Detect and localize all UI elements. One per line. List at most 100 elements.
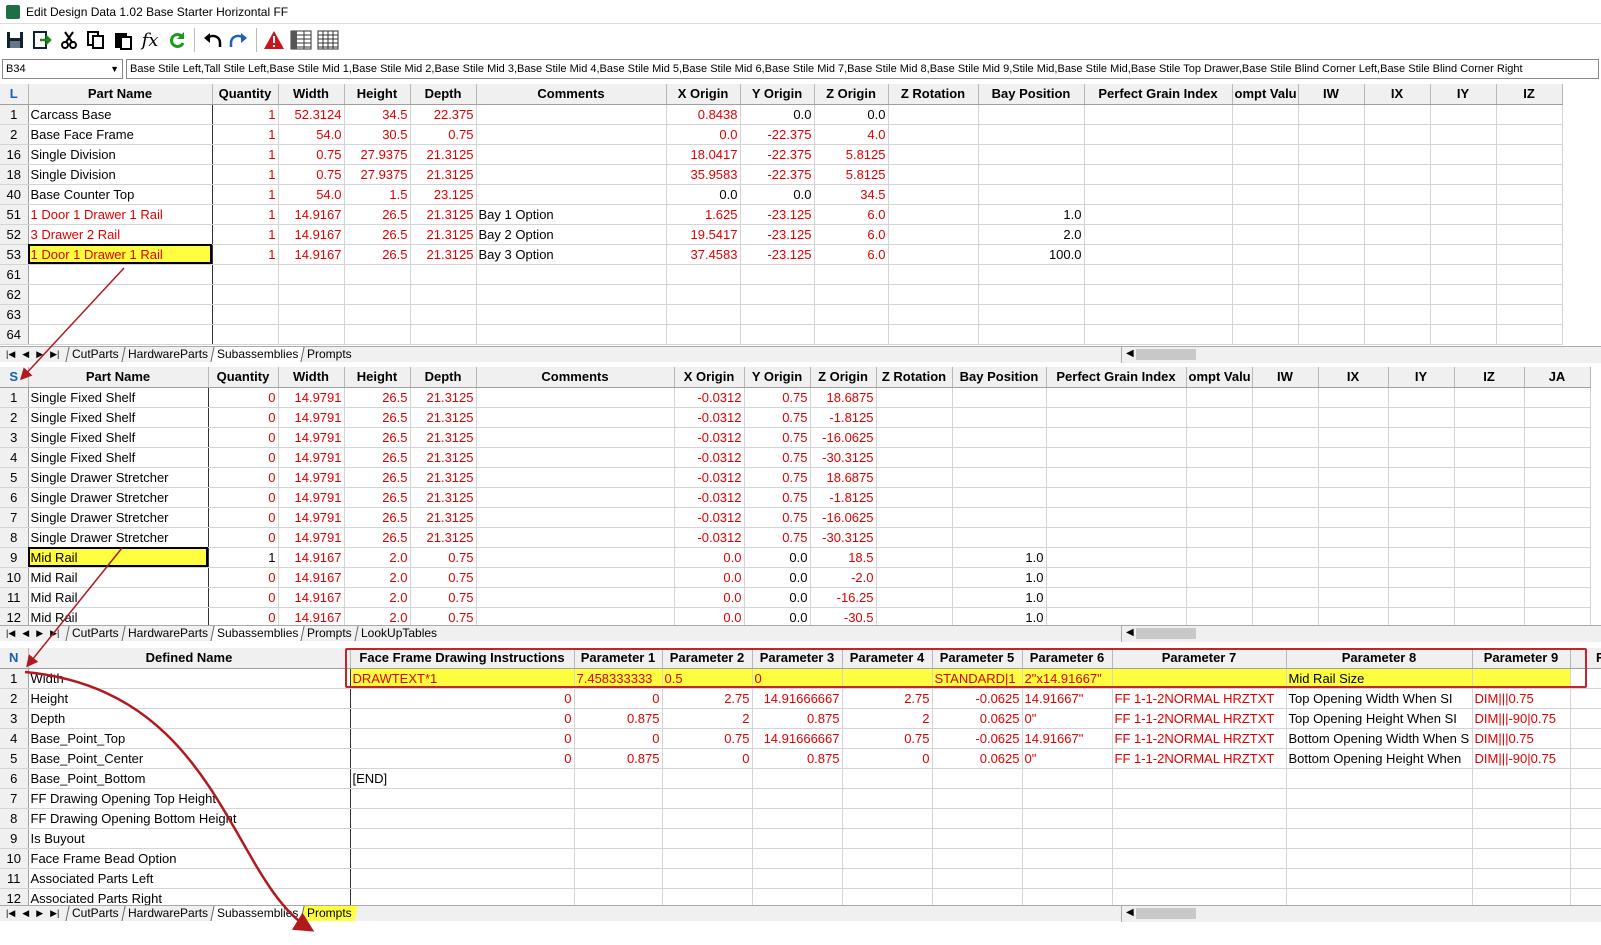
- grid-cell[interactable]: -0.0312: [674, 487, 745, 508]
- grid-cell[interactable]: -30.3125: [810, 527, 877, 548]
- function-icon[interactable]: fx: [137, 27, 163, 53]
- grid-cell[interactable]: Base Counter Top: [28, 184, 213, 205]
- grid-cell[interactable]: [1046, 487, 1187, 508]
- grid-cell[interactable]: 21.3125: [410, 144, 477, 165]
- grid-cell[interactable]: 2.0: [344, 587, 411, 608]
- grid-cell[interactable]: 0.75: [278, 164, 345, 185]
- grid-cell[interactable]: [666, 304, 741, 325]
- grid-cell[interactable]: [978, 104, 1085, 125]
- grid-cell[interactable]: [1232, 264, 1299, 285]
- grid-cell[interactable]: 54.0: [278, 184, 345, 205]
- grid-cell[interactable]: 14.9791: [278, 407, 345, 428]
- grid-cell[interactable]: 26.5: [344, 407, 411, 428]
- grid-cell[interactable]: 1: [212, 164, 279, 185]
- grid-cell[interactable]: [476, 587, 675, 608]
- row-header[interactable]: 16: [0, 144, 29, 165]
- grid-cell[interactable]: 2.75: [662, 688, 753, 709]
- grid-cell[interactable]: 0: [208, 487, 279, 508]
- column-header[interactable]: X Origin: [666, 84, 741, 105]
- grid-cell[interactable]: [1430, 184, 1497, 205]
- grid-cell[interactable]: 26.5: [344, 427, 411, 448]
- grid-cell[interactable]: [952, 447, 1047, 468]
- grid-cell[interactable]: 0.75: [744, 507, 811, 528]
- grid-cell[interactable]: [476, 607, 675, 625]
- grid-cell[interactable]: [1524, 587, 1591, 608]
- grid-cell[interactable]: -0.0312: [674, 467, 745, 488]
- grid-cell[interactable]: [952, 407, 1047, 428]
- grid-cell[interactable]: 0.0: [666, 124, 741, 145]
- grid-cell[interactable]: 14.9791: [278, 487, 345, 508]
- grid-cell[interactable]: [1524, 527, 1591, 548]
- column-header[interactable]: IW: [1298, 84, 1365, 105]
- grid-cell[interactable]: [888, 124, 979, 145]
- grid-cell[interactable]: [1318, 467, 1389, 488]
- grid-cell[interactable]: [1524, 427, 1591, 448]
- grid-cell[interactable]: -0.0312: [674, 527, 745, 548]
- grid-cell[interactable]: [1298, 184, 1365, 205]
- grid-cell[interactable]: [1496, 304, 1563, 325]
- row-header[interactable]: 4: [0, 728, 29, 749]
- grid-cell[interactable]: [1570, 888, 1601, 905]
- grid-cell[interactable]: [1570, 728, 1601, 749]
- grid-cell[interactable]: [278, 284, 345, 305]
- grid-cell[interactable]: [1388, 467, 1455, 488]
- grid-cell[interactable]: [876, 607, 953, 625]
- grid-cell[interactable]: 18.5: [810, 547, 877, 568]
- grid-cell[interactable]: [1298, 244, 1365, 265]
- grid-cell[interactable]: [842, 768, 933, 789]
- grid-cell[interactable]: Base Face Frame: [28, 124, 213, 145]
- grid-cell[interactable]: 0.75: [744, 387, 811, 408]
- grid-cell[interactable]: [476, 304, 667, 325]
- grid-cell[interactable]: [1430, 264, 1497, 285]
- grid-cell[interactable]: [740, 304, 815, 325]
- grid-cell[interactable]: [876, 387, 953, 408]
- grid-cell[interactable]: Single Drawer Stretcher: [28, 527, 209, 548]
- grid-cell[interactable]: [1454, 467, 1525, 488]
- grid-cell[interactable]: 0: [208, 527, 279, 548]
- grid-cell[interactable]: Base_Point_Top: [28, 728, 351, 749]
- grid-cell[interactable]: [574, 868, 663, 889]
- grid-cell[interactable]: [876, 567, 953, 588]
- grid-cell[interactable]: 0.0: [674, 567, 745, 588]
- grid-cell[interactable]: Bay 1 Option: [476, 204, 667, 225]
- row-header[interactable]: 1: [0, 387, 29, 408]
- grid-cell[interactable]: [1472, 888, 1571, 905]
- grid-cell[interactable]: 14.9167: [278, 587, 345, 608]
- grid-cell[interactable]: [1022, 788, 1113, 809]
- grid-cell[interactable]: [1318, 407, 1389, 428]
- grid-cell[interactable]: 0.0: [674, 587, 745, 608]
- column-header[interactable]: Z Rotation: [888, 84, 979, 105]
- grid-cell[interactable]: [1084, 244, 1233, 265]
- grid-cell[interactable]: [1570, 688, 1601, 709]
- grid-cell[interactable]: 0: [208, 507, 279, 528]
- grid-cell[interactable]: [1496, 284, 1563, 305]
- grid-cell[interactable]: [1364, 264, 1431, 285]
- grid-cell[interactable]: [978, 324, 1085, 345]
- column-header[interactable]: Z Rotation: [876, 367, 953, 388]
- grid-cell[interactable]: Mid Rail: [28, 567, 209, 588]
- cut-icon[interactable]: [56, 27, 82, 53]
- grid-cell[interactable]: [1496, 224, 1563, 245]
- grid-cell[interactable]: [1112, 848, 1287, 869]
- grid-cell[interactable]: [1454, 507, 1525, 528]
- redo-icon[interactable]: [226, 27, 252, 53]
- grid-cell[interactable]: [1084, 304, 1233, 325]
- grid-cell[interactable]: [1022, 768, 1113, 789]
- grid-cell[interactable]: Base_Point_Bottom: [28, 768, 351, 789]
- row-header[interactable]: 5: [0, 467, 29, 488]
- grid-cell[interactable]: 23.125: [410, 184, 477, 205]
- grid-cell[interactable]: 18.6875: [810, 387, 877, 408]
- column-header[interactable]: IW: [1252, 367, 1319, 388]
- grid-cell[interactable]: [1186, 467, 1253, 488]
- grid-cell[interactable]: [1472, 808, 1571, 829]
- grid-cell[interactable]: 21.3125: [410, 387, 477, 408]
- grid-cell[interactable]: -1.8125: [810, 487, 877, 508]
- grid-cell[interactable]: [1298, 204, 1365, 225]
- grid-cell[interactable]: 27.9375: [344, 144, 411, 165]
- grid-cell[interactable]: [978, 304, 1085, 325]
- grid-cell[interactable]: [1472, 768, 1571, 789]
- grid-cell[interactable]: 6.0: [814, 244, 889, 265]
- grid-cell[interactable]: [952, 467, 1047, 488]
- grid-cell[interactable]: [1286, 768, 1473, 789]
- grid-cell[interactable]: [1388, 507, 1455, 528]
